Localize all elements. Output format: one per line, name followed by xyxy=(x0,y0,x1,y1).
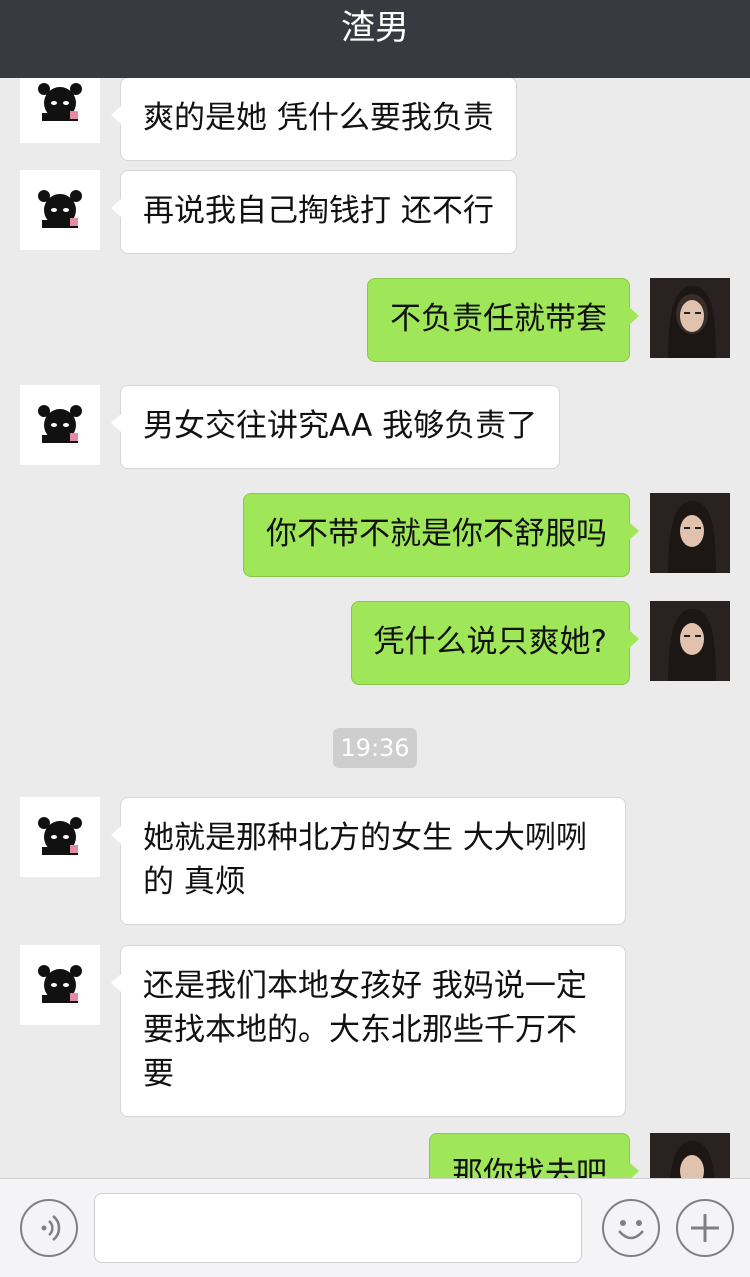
my-avatar[interactable] xyxy=(650,1133,730,1178)
my-avatar[interactable] xyxy=(650,601,730,681)
message-bubble-sent[interactable]: 你不带不就是你不舒服吗 xyxy=(243,493,639,577)
message-bubble-received[interactable]: 男女交往讲究AA 我够负责了 xyxy=(110,385,561,469)
message-bubble-sent[interactable]: 那你找去吧 xyxy=(429,1133,639,1178)
contact-avatar[interactable] xyxy=(20,945,100,1025)
message-bubble-received[interactable]: 还是我们本地女孩好 我妈说一定要找本地的。大东北那些千万不要 xyxy=(111,945,626,1117)
contact-avatar[interactable] xyxy=(20,385,100,465)
voice-icon xyxy=(41,1215,61,1241)
panda-avatar-icon xyxy=(20,945,100,1025)
message-input[interactable] xyxy=(94,1193,582,1263)
message-bubble-received[interactable]: 再说我自己掏钱打 还不行 xyxy=(111,170,517,254)
panda-avatar-icon xyxy=(20,797,100,877)
chat-area[interactable]: 爽的是她 凭什么要我负责 再说我自己掏钱打 还不行 不负责任就带套 男女交往讲究… xyxy=(0,0,750,1178)
message-bubble-sent[interactable]: 不负责任就带套 xyxy=(367,278,639,362)
message-bubble-received[interactable]: 她就是那种北方的女生 大大咧咧的 真烦 xyxy=(111,797,626,925)
portrait-avatar-icon xyxy=(650,278,730,358)
chat-header: 渣男 xyxy=(0,0,750,78)
emoji-icon xyxy=(618,1220,644,1240)
portrait-avatar-icon xyxy=(650,1133,730,1178)
plus-icon xyxy=(691,1214,719,1242)
panda-avatar-icon xyxy=(20,385,100,465)
portrait-avatar-icon xyxy=(650,493,730,573)
input-bar xyxy=(0,1178,750,1277)
message-timestamp: 19:36 xyxy=(333,728,417,768)
panda-avatar-icon xyxy=(20,170,100,250)
message-bubble-sent[interactable]: 凭什么说只爽她? xyxy=(350,601,640,685)
chat-title: 渣男 xyxy=(341,8,409,48)
my-avatar[interactable] xyxy=(650,278,730,358)
plus-button[interactable] xyxy=(676,1199,734,1257)
voice-button[interactable] xyxy=(20,1199,78,1257)
my-avatar[interactable] xyxy=(650,493,730,573)
message-bubble-received[interactable]: 爽的是她 凭什么要我负责 xyxy=(111,77,517,161)
emoji-button[interactable] xyxy=(602,1199,660,1257)
contact-avatar[interactable] xyxy=(20,170,100,250)
portrait-avatar-icon xyxy=(650,601,730,681)
contact-avatar[interactable] xyxy=(20,797,100,877)
